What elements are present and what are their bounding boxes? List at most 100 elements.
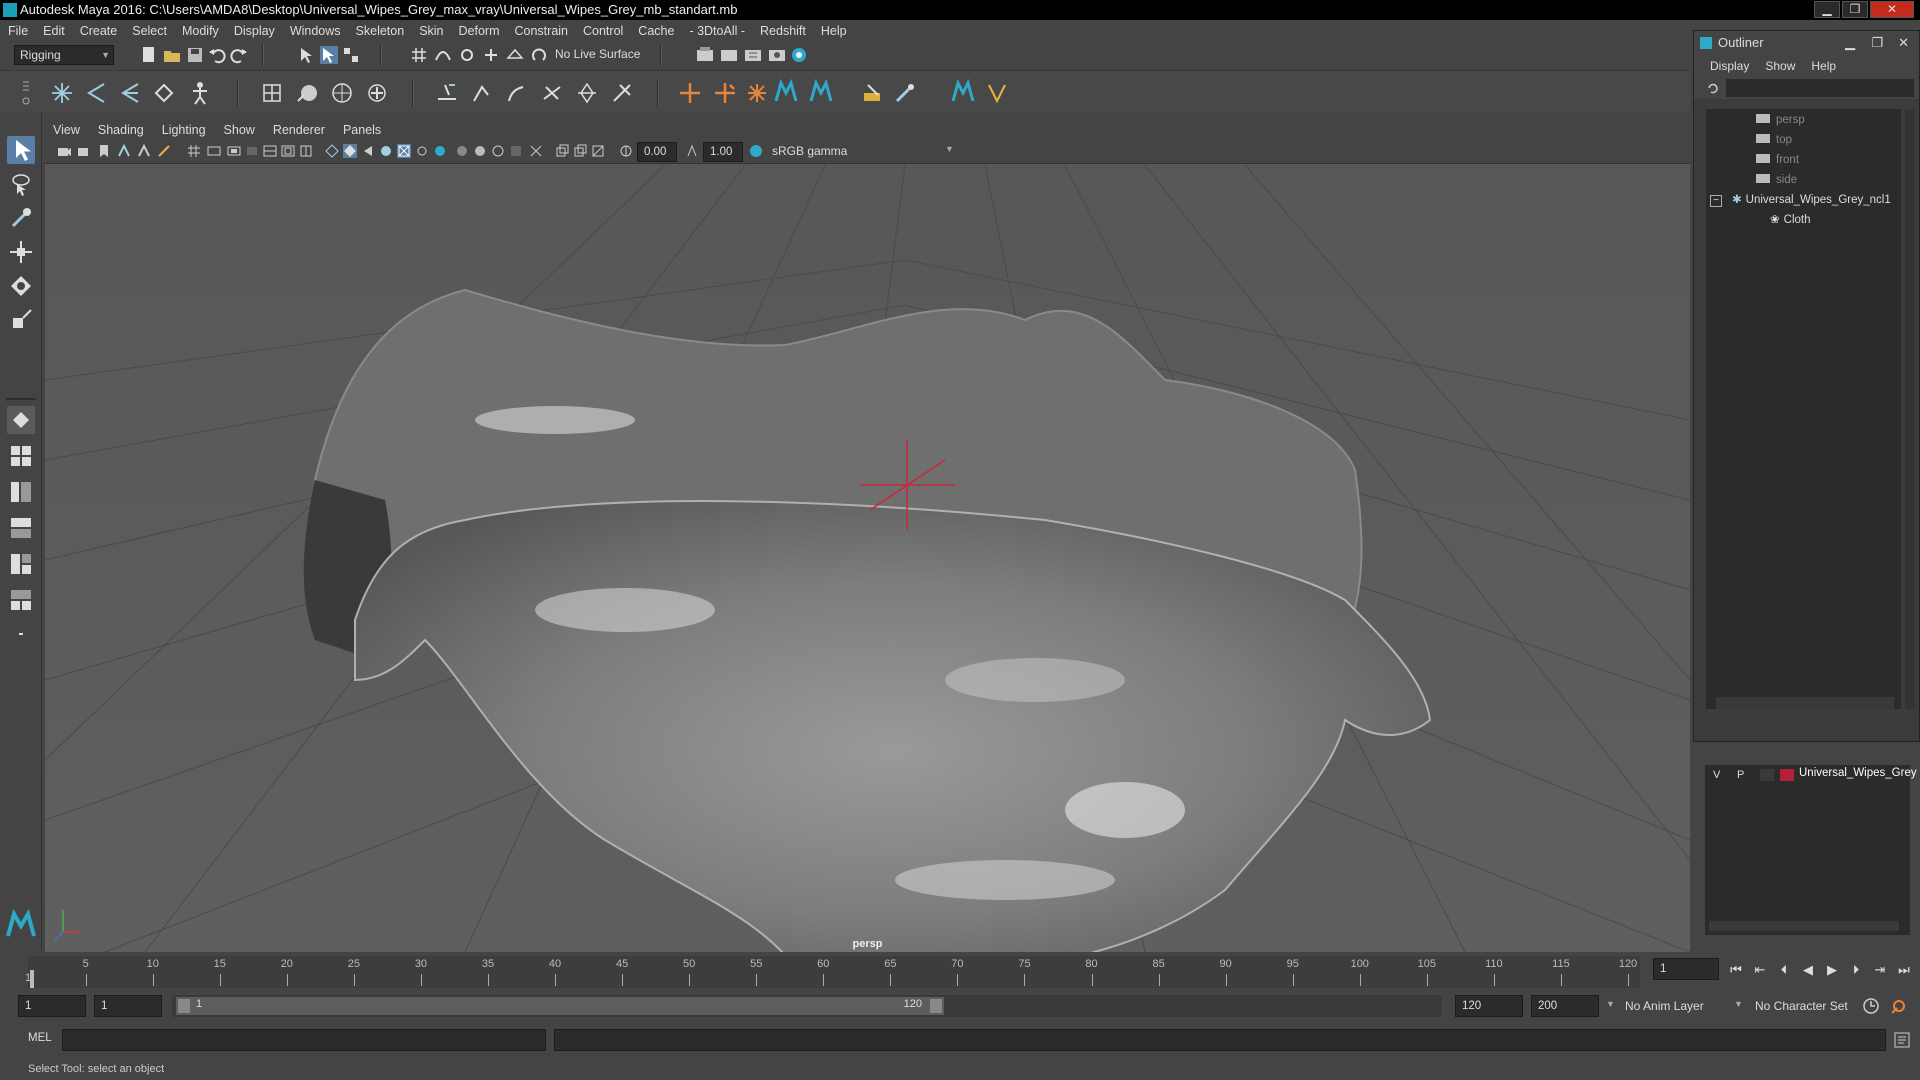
exposure-icon[interactable] bbox=[619, 144, 633, 158]
undo-icon[interactable] bbox=[208, 46, 226, 64]
playback-end-field[interactable]: 120 bbox=[1455, 995, 1523, 1017]
menu-skeleton[interactable]: Skeleton bbox=[356, 24, 405, 38]
copy-weights-icon[interactable] bbox=[575, 81, 599, 105]
outliner-tree[interactable]: persp top front side − ✱ Universal_Wipes_G… bbox=[1706, 109, 1901, 709]
step-back-key-button[interactable]: ⇤ bbox=[1752, 962, 1768, 978]
color-management-icon[interactable] bbox=[749, 144, 763, 158]
select-hierarchy-icon[interactable] bbox=[298, 46, 316, 64]
paint-weights-icon[interactable] bbox=[505, 81, 529, 105]
resolution-gate-icon[interactable] bbox=[227, 144, 241, 158]
grid-toggle-icon[interactable] bbox=[187, 144, 201, 158]
step-forward-frame-button[interactable]: ⏵ bbox=[1848, 962, 1864, 978]
paint-tool-icon[interactable] bbox=[893, 81, 917, 105]
range-track[interactable]: 1 120 bbox=[172, 995, 1442, 1017]
lattice-icon[interactable] bbox=[260, 81, 284, 105]
timeline-track[interactable]: 1 5 10 15 20 25 30 35 40 45 50 55 60 65 70 75 80 85 90 95 10… bbox=[25, 956, 1640, 988]
outliner-item-ncloth[interactable]: − ✱ Universal_Wipes_Grey_ncl1 bbox=[1710, 191, 1891, 209]
playback-start-field[interactable]: 1 bbox=[94, 995, 162, 1017]
script-editor-icon[interactable] bbox=[1894, 1032, 1910, 1048]
outliner-search-input[interactable] bbox=[1726, 79, 1914, 97]
redo-icon[interactable] bbox=[230, 46, 248, 64]
menuset-dropdown[interactable]: Rigging ▼ bbox=[14, 45, 114, 65]
new-scene-icon[interactable] bbox=[140, 46, 158, 64]
menu-skin[interactable]: Skin bbox=[419, 24, 443, 38]
aim-constraint-icon[interactable] bbox=[713, 81, 737, 105]
ipr-render-icon[interactable] bbox=[744, 46, 762, 64]
animation-preferences-icon[interactable] bbox=[1890, 997, 1908, 1015]
close-button[interactable]: ✕ bbox=[1870, 1, 1914, 18]
single-perspective-layout-icon[interactable] bbox=[7, 406, 35, 434]
outliner-item-side[interactable]: side bbox=[1756, 171, 1797, 189]
human-ik-icon[interactable] bbox=[188, 81, 212, 105]
safe-action-icon[interactable] bbox=[281, 144, 295, 158]
persp-outliner-layout-icon[interactable] bbox=[7, 478, 35, 506]
snap-view-icon[interactable] bbox=[482, 46, 500, 64]
live-surface-field[interactable]: No Live Surface bbox=[550, 45, 650, 65]
redshift-icon[interactable] bbox=[950, 79, 976, 105]
hypershade-icon[interactable] bbox=[790, 46, 808, 64]
camera-attributes-icon[interactable] bbox=[77, 144, 91, 158]
maximize-button[interactable]: ❐ bbox=[1842, 1, 1868, 18]
cluster-icon[interactable] bbox=[295, 81, 319, 105]
maya-home-icon[interactable] bbox=[5, 908, 37, 940]
go-to-start-button[interactable]: ⏮ bbox=[1728, 962, 1744, 978]
select-camera-icon[interactable] bbox=[57, 144, 71, 158]
outliner-item-top[interactable]: top bbox=[1756, 131, 1792, 149]
panel-menu-show[interactable]: Show bbox=[224, 123, 255, 137]
view-transform-dropdown[interactable]: sRGB gamma bbox=[767, 142, 899, 162]
outliner-menu-help[interactable]: Help bbox=[1811, 59, 1836, 73]
command-language-toggle[interactable]: MEL bbox=[28, 1032, 52, 1044]
snap-point-icon[interactable] bbox=[458, 46, 476, 64]
screen-space-ao-icon[interactable] bbox=[433, 144, 447, 158]
menu-edit[interactable]: Edit bbox=[43, 24, 65, 38]
go-to-end-button[interactable]: ⏭ bbox=[1896, 962, 1912, 978]
anim-layer-dropdown[interactable]: No Anim Layer bbox=[1620, 995, 1738, 1017]
outliner-minimize-button[interactable]: ▁ bbox=[1845, 31, 1855, 55]
layer-color-swatch[interactable] bbox=[1780, 769, 1794, 781]
custom-layout-icon[interactable] bbox=[7, 620, 35, 648]
menu-file[interactable]: File bbox=[8, 24, 28, 38]
perspective-viewport[interactable]: persp bbox=[45, 120, 1690, 952]
grease-pencil-icon[interactable] bbox=[157, 144, 171, 158]
film-gate-icon[interactable] bbox=[207, 144, 221, 158]
select-object-icon[interactable] bbox=[320, 46, 338, 64]
chevron-down-icon[interactable]: ▼ bbox=[1606, 999, 1615, 1009]
open-scene-icon[interactable] bbox=[163, 46, 181, 64]
ik-spline-icon[interactable] bbox=[118, 81, 142, 105]
xray-joints-icon[interactable] bbox=[555, 144, 569, 158]
menu-control[interactable]: Control bbox=[583, 24, 623, 38]
gamma-icon[interactable] bbox=[685, 144, 699, 158]
auto-keyframe-icon[interactable] bbox=[1862, 997, 1880, 1015]
menu-deform[interactable]: Deform bbox=[459, 24, 500, 38]
layer-playback-toggle[interactable]: P bbox=[1737, 769, 1744, 781]
save-scene-icon[interactable] bbox=[186, 46, 204, 64]
gamma-field[interactable]: 1.00 bbox=[703, 142, 743, 162]
layer-list[interactable]: V P Universal_Wipes_Grey bbox=[1705, 765, 1917, 935]
panel-menu-renderer[interactable]: Renderer bbox=[273, 123, 325, 137]
outliner-item-front[interactable]: front bbox=[1756, 151, 1799, 169]
shadows-icon[interactable] bbox=[379, 144, 393, 158]
parent-constraint-icon[interactable] bbox=[773, 79, 799, 105]
panel-menu-lighting[interactable]: Lighting bbox=[162, 123, 206, 137]
outliner-item-persp[interactable]: persp bbox=[1756, 111, 1805, 129]
layer-visibility-toggle[interactable]: V bbox=[1713, 769, 1720, 781]
textured-icon[interactable] bbox=[397, 144, 411, 158]
current-time-marker[interactable] bbox=[30, 970, 34, 988]
select-component-icon[interactable] bbox=[342, 46, 360, 64]
menu-redshift[interactable]: Redshift bbox=[760, 24, 806, 38]
range-bar[interactable]: 1 120 bbox=[176, 997, 944, 1015]
refresh-icon[interactable] bbox=[1706, 81, 1720, 95]
detach-skin-icon[interactable] bbox=[470, 81, 494, 105]
range-start-handle[interactable] bbox=[178, 999, 190, 1013]
snap-surface-icon[interactable] bbox=[506, 46, 524, 64]
layer-hscrollbar[interactable] bbox=[1709, 921, 1899, 931]
collapse-toggle[interactable]: − bbox=[1710, 195, 1722, 207]
snap-grid-icon[interactable] bbox=[410, 46, 428, 64]
default-lighting-icon[interactable] bbox=[361, 144, 375, 158]
menu-windows[interactable]: Windows bbox=[290, 24, 341, 38]
menu-select[interactable]: Select bbox=[132, 24, 167, 38]
exposure-field[interactable]: 0.00 bbox=[637, 142, 677, 162]
bind-skin-icon[interactable] bbox=[435, 81, 459, 105]
outliner-menu-display[interactable]: Display bbox=[1710, 59, 1749, 73]
play-backwards-button[interactable]: ◀ bbox=[1800, 962, 1816, 978]
